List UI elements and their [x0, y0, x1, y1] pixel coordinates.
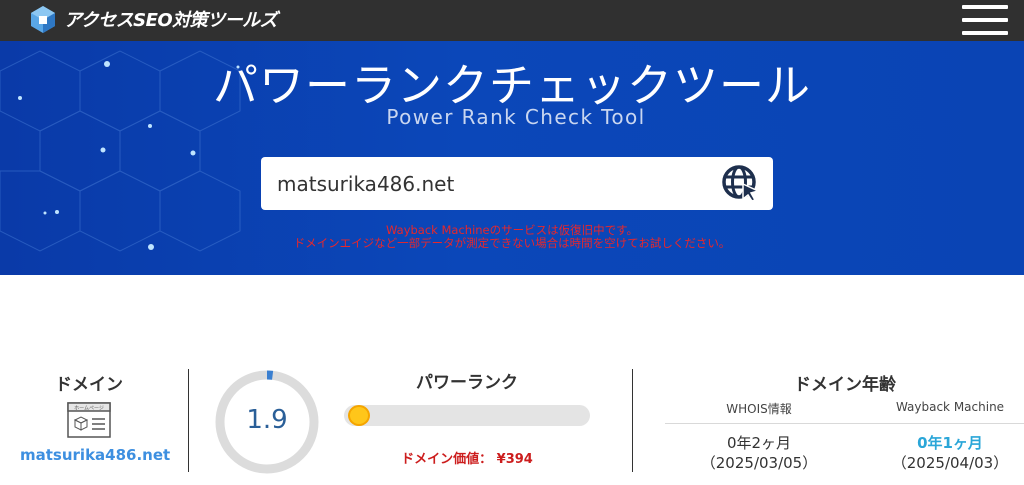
whois-age-value: 0年2ヶ月	[726, 434, 792, 452]
homepage-icon: ホームページ	[67, 402, 111, 438]
domain-age-separator	[665, 423, 1024, 424]
notice-line-2: ドメインエイジなど一部データが測定できない場合は時間を空けてお試しください。	[293, 236, 731, 250]
power-rank-score: 1.9	[246, 405, 288, 435]
logo-text: アクセスSEO対策ツールズ	[64, 10, 278, 31]
top-navbar: アクセスSEO対策ツールズ	[0, 0, 1024, 41]
domain-age-heading: ドメイン年齢	[794, 375, 896, 395]
hero-banner: パワーランクチェックツール Power Rank Check Tool Wayb…	[0, 41, 1024, 275]
service-notice: Wayback Machineのサービスは仮復旧中です。 ドメインエイジなど一部…	[0, 224, 1024, 250]
power-rank-heading: パワーランク	[416, 373, 518, 393]
whois-date-value: （2025/03/05）	[700, 454, 818, 472]
domain-value-text: ドメイン価値： ¥394	[401, 452, 533, 467]
domain-search-box	[261, 157, 773, 210]
wayback-age-value: 0年1ヶ月	[917, 434, 983, 452]
whois-label: WHOIS情報	[726, 402, 792, 416]
column-divider-2	[632, 369, 633, 472]
column-divider-1	[188, 369, 189, 472]
homepage-icon-label: ホームページ	[74, 406, 104, 412]
wayback-date-value: （2025/04/03）	[891, 454, 1009, 472]
domain-link[interactable]: matsurika486.net	[20, 446, 170, 464]
power-rank-bar-track	[344, 405, 590, 426]
domain-input[interactable]	[277, 166, 707, 202]
page-subtitle: Power Rank Check Tool	[386, 105, 646, 129]
logo-cube-icon	[31, 6, 55, 33]
domain-heading: ドメイン	[55, 375, 123, 395]
globe-cursor-icon[interactable]	[721, 164, 761, 204]
wayback-label: Wayback Machine	[895, 400, 1005, 414]
domain-column: ドメイン	[20, 370, 158, 395]
hamburger-menu-icon[interactable]	[962, 5, 1008, 37]
site-logo[interactable]: アクセスSEO対策ツールズ	[28, 4, 278, 34]
